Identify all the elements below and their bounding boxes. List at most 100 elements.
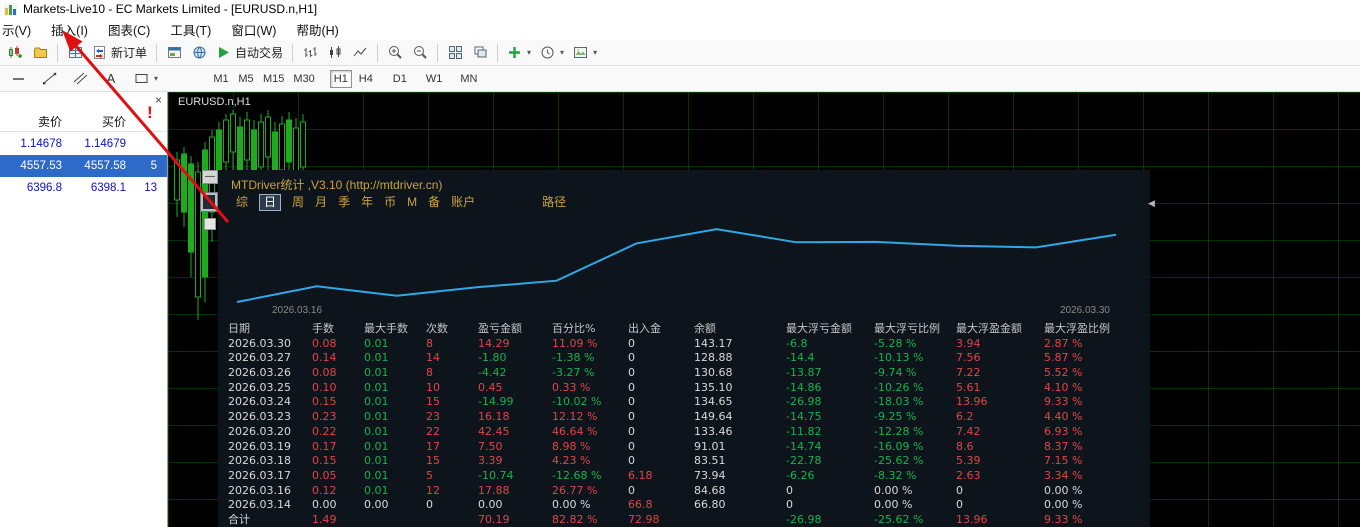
panel-tab-path[interactable]: 路径	[542, 195, 566, 210]
stats-header-cell: 最大浮亏比例	[874, 322, 940, 335]
market-watch-row[interactable]: 4557.53 4557.58 5	[0, 155, 167, 177]
autotrading-button[interactable]: 自动交易	[212, 42, 287, 64]
panel-tab-年[interactable]: 年	[361, 195, 373, 210]
stats-cell: 2.63	[956, 468, 981, 482]
stats-total-row: 合计 1.49 70.19 82.82 % 72.98 -26.98 -25.62 % 13.…	[228, 513, 1150, 527]
stats-cell: 42.45	[478, 424, 510, 438]
stats-cell: 3.39	[478, 454, 503, 468]
terminal-button[interactable]	[162, 42, 186, 64]
shapes-button[interactable]: ▾	[130, 68, 162, 90]
panel-restore-button[interactable]	[204, 218, 216, 230]
stats-cell: 0.00 %	[1044, 498, 1083, 512]
panel-tab-季[interactable]: 季	[338, 195, 350, 210]
stats-cell: 14	[426, 351, 440, 365]
timeframe-button-m1[interactable]: M1	[210, 70, 232, 88]
stats-cell: 0.22	[312, 424, 337, 438]
text-button[interactable]: A	[99, 68, 123, 90]
panel-tab-周[interactable]: 周	[292, 195, 304, 210]
new-chart-button[interactable]	[3, 42, 27, 64]
stats-cell: 6.18	[628, 468, 653, 482]
stats-cell: 8	[426, 366, 433, 380]
panel-tab-M[interactable]: M	[407, 195, 417, 210]
panel-tab-备[interactable]: 备	[428, 195, 440, 210]
stats-cell: 0.01	[364, 454, 389, 468]
stats-cell	[426, 513, 478, 527]
timeframe-button-h4[interactable]: H4	[355, 70, 377, 88]
stats-row: 2026.03.18 0.15 0.01 15 3.39 4.23 % 0 83.51 -22.…	[228, 454, 1150, 469]
stats-cell: 134.65	[694, 395, 733, 409]
timeframe-button-m30[interactable]: M30	[290, 70, 317, 88]
stats-cell: 12.12 %	[552, 410, 598, 424]
panel-tab-月[interactable]: 月	[315, 195, 327, 210]
panel-logo-button[interactable]	[200, 192, 218, 212]
stats-cell: 5.39	[956, 454, 981, 468]
stats-cell: -1.38 %	[552, 351, 595, 365]
timeframe-button-h1[interactable]: H1	[329, 70, 352, 88]
stats-cell: 2026.03.24	[228, 395, 291, 409]
stats-cell: 82.82 %	[552, 512, 598, 526]
stats-cell: 4.10 %	[1044, 380, 1083, 394]
timeframe-button-m15[interactable]: M15	[260, 70, 287, 88]
new-order-button[interactable]: 新订单	[88, 42, 151, 64]
close-icon[interactable]: ×	[155, 94, 162, 106]
panel-tab-日[interactable]: 日	[259, 193, 282, 211]
bar-chart-button[interactable]	[298, 42, 322, 64]
zoom-in-button[interactable]	[383, 42, 407, 64]
menu-item[interactable]: 工具(T)	[160, 18, 221, 41]
stats-cell: 11.09 %	[552, 336, 598, 350]
menu-item[interactable]: 示(V)	[0, 18, 41, 41]
menu-item[interactable]: 图表(C)	[98, 18, 160, 41]
dropdown-arrow-icon: ▾	[154, 74, 159, 83]
menu-item[interactable]: 窗口(W)	[221, 18, 286, 41]
horizontal-line-button[interactable]	[6, 68, 30, 90]
channel-button[interactable]	[68, 68, 92, 90]
stats-cell: 143.17	[694, 336, 733, 350]
panel-minimize-button[interactable]: —	[202, 170, 218, 184]
timeframe-button-m5[interactable]: M5	[235, 70, 257, 88]
toolbar-separator	[57, 43, 58, 62]
timeframe-button-w1[interactable]: W1	[423, 70, 446, 88]
timeframe-button-d1[interactable]: D1	[389, 70, 411, 88]
cascade-windows-button[interactable]	[468, 42, 492, 64]
panel-tab-币[interactable]: 币	[384, 195, 396, 210]
toolbar-separator	[377, 43, 379, 62]
navigator-button[interactable]	[187, 42, 211, 64]
stats-cell: 2026.03.18	[228, 454, 291, 468]
stats-cell: 135.10	[694, 380, 733, 394]
market-watch-button[interactable]	[63, 42, 87, 64]
stats-cell: 0.01	[364, 424, 389, 438]
menu-item[interactable]: 插入(I)	[41, 18, 98, 41]
stats-cell: 83.51	[694, 454, 726, 468]
autotrading-label: 自动交易	[235, 46, 284, 60]
stats-cell: 3.94	[956, 336, 981, 350]
candlestick-chart-button[interactable]	[323, 42, 347, 64]
channel-icon	[73, 72, 87, 85]
stats-cell: -9.74 %	[874, 366, 917, 380]
panel-logo-icon	[203, 195, 215, 209]
indicators-button[interactable]: ▾	[503, 42, 535, 64]
panel-tab-综[interactable]: 综	[236, 195, 248, 210]
panel-tab-账户[interactable]: 账户	[451, 195, 475, 210]
profiles-button[interactable]	[28, 42, 52, 64]
stats-cell: 1.49	[312, 512, 337, 526]
market-watch-row[interactable]: 6396.8 6398.1 13	[0, 177, 167, 199]
stats-row: 2026.03.24 0.15 0.01 15 -14.99 -10.02 % 0 134.6…	[228, 395, 1150, 410]
periods-button[interactable]: ▾	[536, 42, 568, 64]
zoom-out-button[interactable]	[408, 42, 432, 64]
axis-start-label: 2026.03.16	[272, 305, 323, 316]
panel-collapse-button[interactable]: ◀	[1148, 198, 1155, 209]
market-watch-row[interactable]: 1.14678 1.14679	[0, 133, 167, 155]
trendline-button[interactable]	[37, 68, 61, 90]
templates-button[interactable]: ▾	[569, 42, 601, 64]
timeframe-button-mn[interactable]: MN	[457, 70, 480, 88]
line-chart-button[interactable]	[348, 42, 372, 64]
stats-cell: 2026.03.25	[228, 380, 291, 394]
tile-windows-button[interactable]	[443, 42, 467, 64]
stats-cell: 6.93 %	[1044, 424, 1083, 438]
menu-item[interactable]: 帮助(H)	[286, 18, 348, 41]
stats-cell: 5.52 %	[1044, 366, 1083, 380]
stats-row: 2026.03.19 0.17 0.01 17 7.50 8.98 % 0 91.01 -14.…	[228, 440, 1150, 455]
stats-cell: 2026.03.27	[228, 351, 291, 365]
stats-cell: -12.28 %	[874, 424, 924, 438]
stats-cell: -14.74	[786, 439, 822, 453]
